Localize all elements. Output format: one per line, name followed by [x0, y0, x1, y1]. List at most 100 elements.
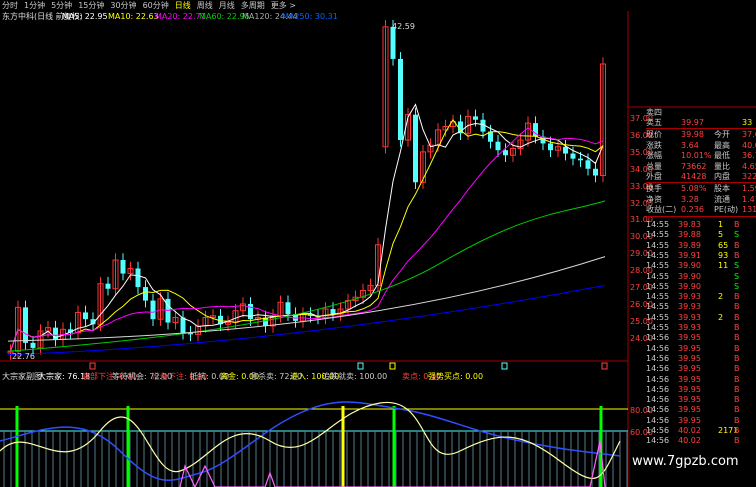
- trade-side: S: [734, 271, 740, 281]
- trade-price: 40.02: [678, 436, 701, 446]
- quote-outer-value: 41428: [681, 172, 707, 182]
- trade-time: 14:55: [646, 292, 670, 302]
- quote-outer-label2: 内盘: [714, 172, 730, 182]
- low-price-label: 22.76: [12, 352, 35, 361]
- tab-9[interactable]: 多周期: [241, 0, 265, 11]
- tab-4[interactable]: 30分钟: [110, 0, 136, 11]
- trade-row: 14:55 39.93 2 B: [646, 313, 756, 323]
- trade-price: 39.89: [678, 240, 701, 250]
- trade-row: 14:56 39.95 B: [646, 416, 756, 426]
- trade-time: 14:55: [646, 230, 670, 240]
- trade-side: B: [734, 333, 740, 343]
- quote-change-label: 涨跌: [646, 140, 662, 150]
- trade-time: 14:56: [646, 436, 670, 446]
- tab-6[interactable]: 日线: [175, 0, 191, 11]
- trade-price: 39.93: [678, 302, 701, 312]
- trade-time: 14:56: [646, 405, 670, 415]
- trade-time: 14:55: [646, 220, 670, 229]
- trade-row: 14:56 39.95 B: [646, 333, 756, 343]
- quote-income-value2: 131.4: [742, 205, 756, 215]
- quote-outer: 外盘 41428 内盘 32234: [646, 172, 756, 182]
- quote-turnover-label2: 股本: [714, 184, 730, 193]
- trade-time: 14:55: [646, 271, 670, 281]
- candle-down: [150, 300, 156, 320]
- tab-1[interactable]: 1分钟: [24, 0, 45, 11]
- trade-side: B: [734, 436, 740, 446]
- quote-separator: [646, 216, 756, 217]
- trade-row: 14:55 39.90 S: [646, 272, 756, 282]
- trade-price: 39.95: [678, 405, 701, 415]
- trade-time: 14:55: [646, 281, 670, 291]
- candle-down: [495, 141, 501, 151]
- date-marker: [389, 362, 396, 370]
- trade-price: 39.90: [678, 271, 701, 281]
- trade-price: 39.95: [678, 333, 701, 343]
- ask4-row-label: 卖四: [646, 108, 662, 117]
- indicator-title: 大宗家副图: [2, 372, 42, 381]
- trade-row: 14:56 39.95 B: [646, 395, 756, 405]
- trade-row: 14:55 39.89 65 B: [646, 241, 756, 251]
- trade-time: 14:56: [646, 333, 670, 343]
- trade-price: 39.95: [678, 415, 701, 425]
- candle-down: [578, 158, 583, 161]
- ask5-row-label: 卖五: [646, 118, 662, 127]
- quote-current-value: 39.98: [681, 130, 704, 139]
- trade-side: B: [734, 364, 740, 374]
- ask5-row: 卖五 39.97 33: [646, 118, 756, 128]
- quote-income: 收益(二) 0.236 PE(动)131.4: [646, 205, 756, 215]
- tab-10[interactable]: 更多 >: [271, 0, 296, 11]
- trade-side: B: [734, 384, 740, 394]
- trade-side: B: [734, 240, 740, 250]
- trade-row: 14:55 39.90 S: [646, 282, 756, 292]
- date-marker: [357, 362, 364, 370]
- trade-time: 14:55: [646, 240, 670, 250]
- date-marker: [501, 362, 508, 370]
- tab-2[interactable]: 5分钟: [51, 0, 72, 11]
- trade-vol: 65: [718, 240, 729, 250]
- candle-down: [23, 307, 28, 343]
- quote-turnover-value: 5.08%: [681, 184, 707, 193]
- quote-net-value2: 1.47亿: [742, 194, 756, 204]
- quote-total-value: 73662: [681, 161, 707, 171]
- indicator-yellow-line: [0, 401, 621, 479]
- trade-price: 39.95: [678, 353, 701, 363]
- trade-time: 14:56: [646, 395, 670, 405]
- quote-turnover-label: 换手: [646, 184, 662, 193]
- tab-0[interactable]: 分时: [2, 0, 18, 11]
- quote-current: 现价 39.98 今开 37.68: [646, 130, 756, 140]
- trade-price: 39.93: [678, 312, 701, 322]
- trade-row: 14:55 39.88 5 S: [646, 230, 756, 240]
- trade-side: B: [734, 426, 740, 435]
- candle-down: [285, 302, 291, 315]
- trade-row: 14:56 39.95 B: [646, 364, 756, 374]
- quote-pct-label2: 最低: [714, 151, 730, 161]
- date-marker: [601, 362, 608, 370]
- trade-side: B: [734, 250, 740, 260]
- quote-current-value2: 37.68: [742, 130, 756, 139]
- trade-side: B: [734, 374, 740, 384]
- tab-3[interactable]: 15分钟: [78, 0, 104, 11]
- ask5-row-vol: 33: [742, 118, 753, 127]
- trade-row: 14:55 39.93 B: [646, 323, 756, 333]
- candle-down: [413, 114, 418, 183]
- trade-row: 14:56 39.95 B: [646, 405, 756, 415]
- trade-vol: 11: [718, 261, 729, 271]
- candle-down: [503, 150, 508, 156]
- trade-time: 14:56: [646, 364, 670, 374]
- quote-change-value2: 40.02: [742, 140, 756, 150]
- tab-5[interactable]: 60分钟: [143, 0, 169, 11]
- trade-price: 39.95: [678, 343, 701, 353]
- trade-vol: 5: [718, 230, 724, 240]
- candle-down: [593, 168, 598, 176]
- trade-time: 14:55: [646, 302, 670, 312]
- trade-side: B: [734, 395, 740, 405]
- quote-separator: [646, 182, 756, 183]
- tab-7[interactable]: 周线: [197, 0, 213, 11]
- tab-8[interactable]: 月线: [219, 0, 235, 11]
- candle-down: [135, 268, 141, 288]
- trade-price: 39.95: [678, 374, 701, 384]
- candle-down: [473, 116, 478, 120]
- trade-row: 14:55 39.91 93 B: [646, 251, 756, 261]
- indicator-value11: 强势买点: 0.00: [428, 372, 484, 381]
- quote-net-label2: 流通: [714, 194, 730, 204]
